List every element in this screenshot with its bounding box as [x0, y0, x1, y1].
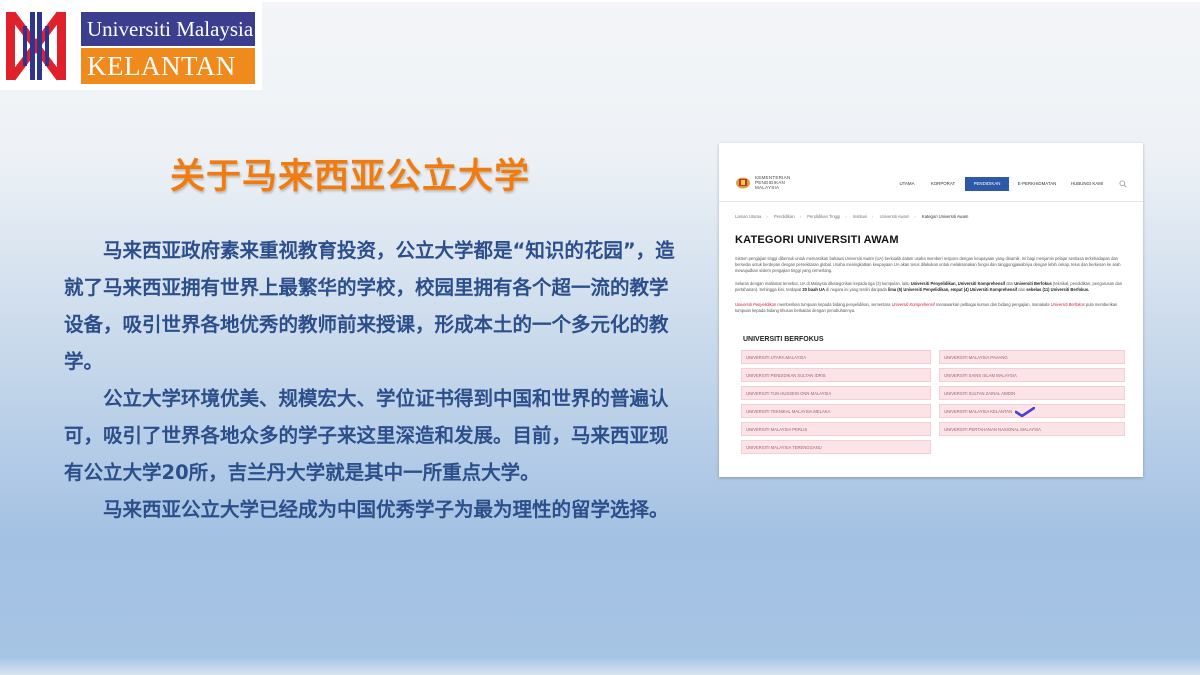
nav-e-perkhidmatan[interactable]: E-PERKHIDMATAN: [1015, 177, 1059, 191]
breadcrumb-item[interactable]: Universiti Awam: [880, 214, 910, 219]
breadcrumb-item[interactable]: Laman Utama: [735, 214, 761, 219]
slide-body: 马来西亚政府素来重视教育投资，公立大学都是“知识的花园”，造就了马来西亚拥有世界…: [64, 232, 684, 528]
check-mark-icon: [1015, 407, 1035, 417]
nav-hubungi-kami[interactable]: HUBUNGI KAMI: [1069, 177, 1105, 191]
breadcrumb-item[interactable]: Pendidikan: [774, 214, 795, 219]
intro-paragraph: Sistem pengajian tinggi dibentuk untuk m…: [735, 256, 1121, 273]
university-link[interactable]: UNIVERSITI PERTAHANAN NASIONAL MALAYSIA: [939, 422, 1125, 436]
university-link[interactable]: UNIVERSITI MALAYSIA PAHANG: [939, 350, 1125, 364]
website-screenshot: KEMENTERIAN PENDIDIKAN MALAYSIA UTAMA KO…: [719, 143, 1143, 477]
breadcrumb-item[interactable]: Pendidikan Tinggi: [807, 214, 840, 219]
paragraph-2: 公立大学环境优美、规模宏大、学位证书得到中国和世界的普遍认可，吸引了世界各地众多…: [64, 387, 669, 484]
section-heading: UNIVERSITI BERFOKUS: [743, 336, 824, 343]
nav-pendidikan[interactable]: PENDIDIKAN: [965, 177, 1009, 191]
breadcrumb-current: Kategori Universiti Awam: [921, 214, 969, 219]
bottom-fade: [0, 657, 1200, 675]
logo-line-2: KELANTAN: [81, 48, 255, 84]
breadcrumb: Laman Utama › Pendidikan › Pendidikan Ting…: [735, 214, 969, 219]
website-navbar: KEMENTERIAN PENDIDIKAN MALAYSIA UTAMA KO…: [719, 143, 1143, 191]
university-link[interactable]: UNIVERSITI SULTAN ZAINAL ABIDIN: [939, 386, 1125, 400]
nav-divider: [719, 201, 1143, 202]
malaysia-crest-icon: [736, 177, 750, 189]
university-link[interactable]: UNIVERSITI PENDIDIKAN SULTAN IDRIS: [741, 368, 931, 382]
university-link[interactable]: UNIVERSITI TEKNIKAL MALAYSIA MELAKA: [741, 404, 931, 418]
university-link[interactable]: UNIVERSITI SAINS ISLAM MALAYSIA: [939, 368, 1125, 382]
nav-korporat[interactable]: KORPORAT: [929, 177, 957, 191]
page-heading: KATEGORI UNIVERSITI AWAM: [735, 234, 899, 246]
slide-title: 关于马来西亚公立大学: [170, 157, 531, 197]
paragraph-1: 马来西亚政府素来重视教育投资，公立大学都是“知识的花园”，造就了马来西亚拥有世界…: [64, 239, 675, 373]
university-logo: Universiti Malaysia KELANTAN: [0, 0, 262, 90]
university-link[interactable]: UNIVERSITI UTARA MALAYSIA: [741, 350, 931, 364]
nav-utama[interactable]: UTAMA: [895, 177, 919, 191]
university-link[interactable]: UNIVERSITI MALAYSIA PERLIS: [741, 422, 931, 436]
university-link[interactable]: UNIVERSITI MALAYSIA TERENGGANU: [741, 440, 931, 454]
logo-line-1: Universiti Malaysia: [81, 12, 255, 46]
ministry-name: KEMENTERIAN PENDIDIKAN MALAYSIA: [755, 175, 791, 190]
category-paragraph: Selaras dengan matlamat tersebut, UA di …: [735, 281, 1123, 292]
paragraph-3: 马来西亚公立大学已经成为中国优秀学子为最为理性的留学选择。: [103, 498, 669, 521]
breadcrumb-item[interactable]: Institusi: [853, 214, 867, 219]
focus-paragraph: Universiti Penyelidikan memberikan tumpu…: [735, 302, 1118, 313]
search-icon[interactable]: [1119, 180, 1127, 188]
umk-emblem-icon: [6, 11, 66, 81]
university-link[interactable]: UNIVERSITI TUN HUSSEIN ONN MALAYSIA: [741, 386, 931, 400]
